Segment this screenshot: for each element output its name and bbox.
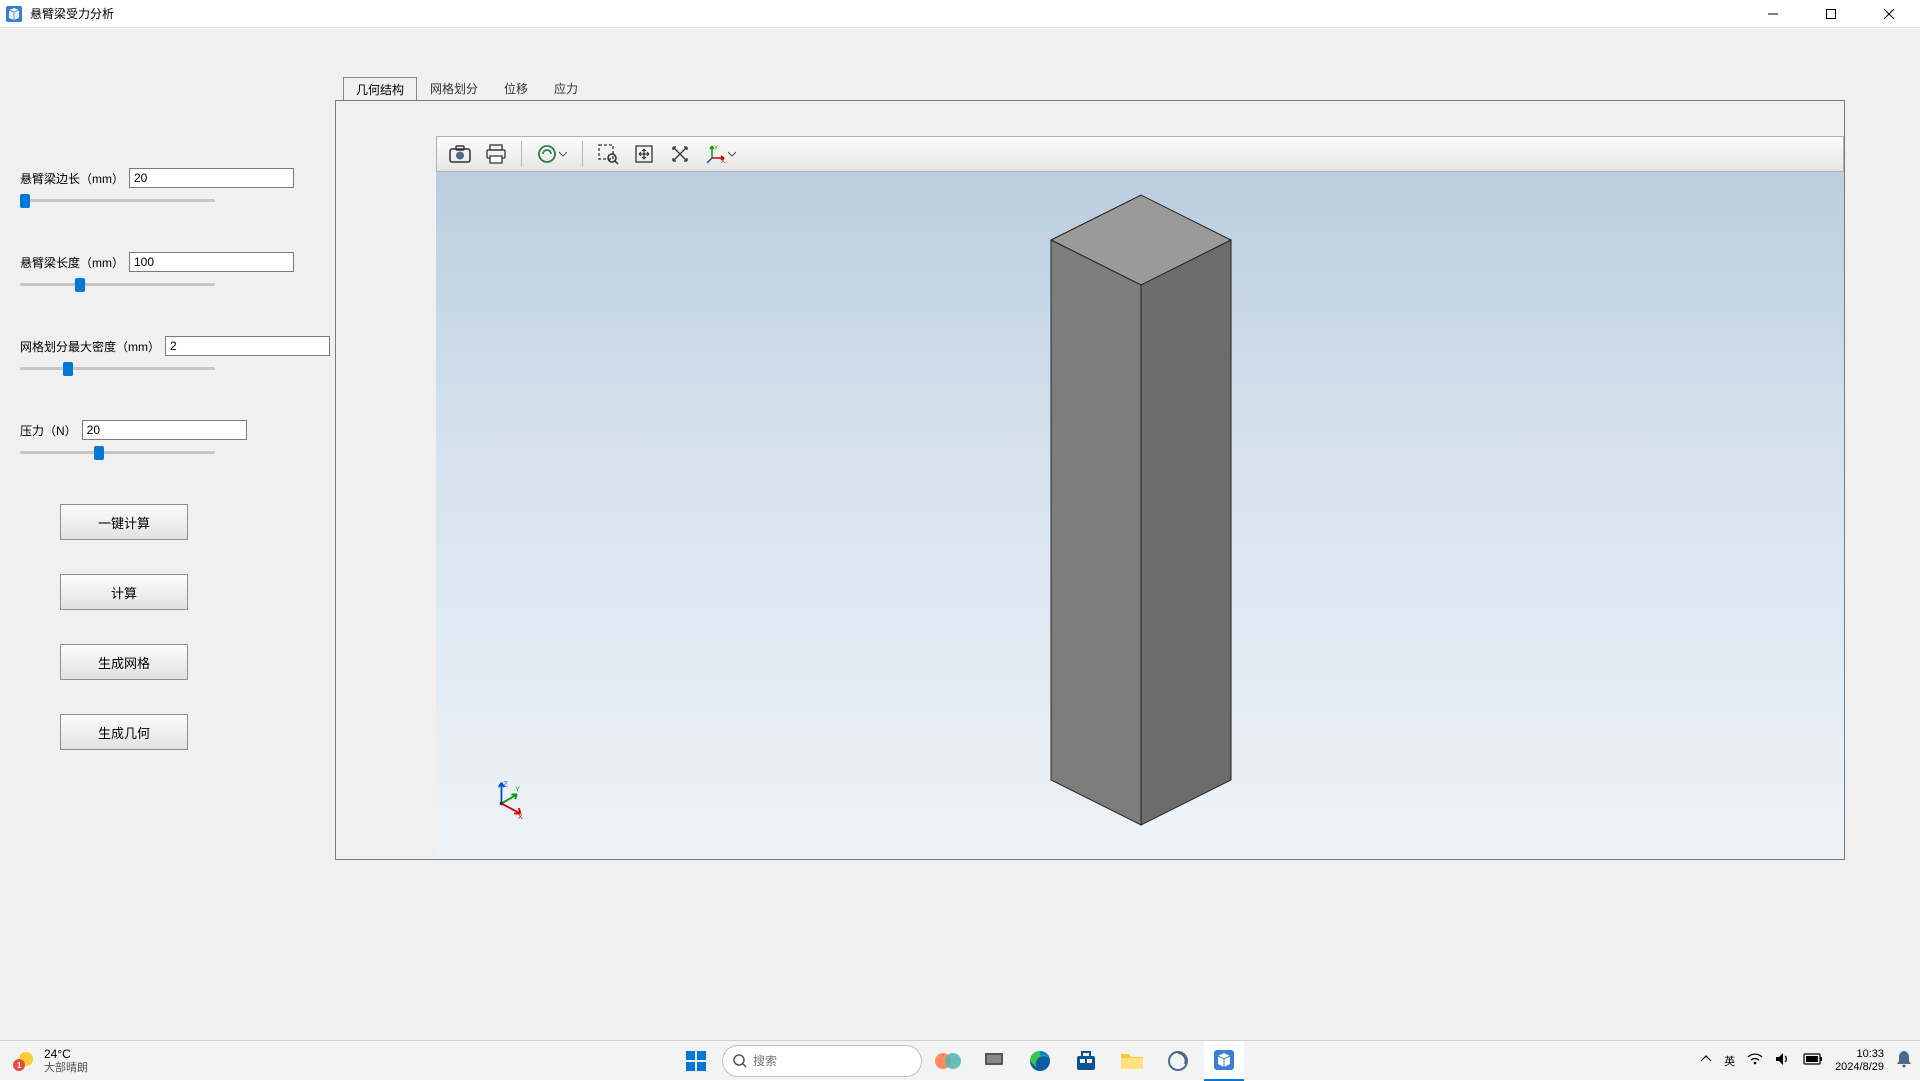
taskbar-clock[interactable]: 10:33 2024/8/29 (1835, 1048, 1884, 1074)
titlebar: 悬臂梁受力分析 (0, 0, 1920, 28)
start-button[interactable] (676, 1041, 716, 1081)
generate-mesh-button[interactable]: 生成网格 (60, 644, 188, 680)
coordinate-triad-icon: Z X Y (486, 779, 526, 819)
tab-geometry[interactable]: 几何结构 (343, 77, 417, 101)
svg-text:X: X (721, 159, 725, 164)
viewer-frame: Y X Z X (335, 100, 1845, 860)
svg-text:1: 1 (17, 1061, 22, 1070)
isometric-view-icon[interactable] (663, 139, 697, 169)
taskbar-search[interactable] (722, 1045, 922, 1077)
svg-text:Z: Z (503, 779, 508, 788)
svg-text:Y: Y (714, 146, 718, 152)
edge-length-label: 悬臂梁边长（mm） (20, 170, 124, 187)
taskbar: 1 24°C 大部晴朗 (0, 1040, 1920, 1080)
axis-view-dropdown-icon[interactable]: Y X (699, 139, 743, 169)
weather-temp: 24°C (44, 1047, 88, 1061)
viewer-toolbar: Y X (436, 136, 1844, 172)
viewer-tabstrip: 几何结构 网格划分 位移 应力 (335, 78, 1845, 100)
beam-length-slider[interactable] (20, 274, 215, 296)
taskbar-edge-icon[interactable] (1020, 1041, 1060, 1081)
edge-length-slider[interactable] (20, 190, 215, 212)
beam-geometry (1046, 190, 1236, 830)
maximize-button[interactable] (1802, 0, 1860, 28)
screenshot-icon[interactable] (443, 139, 477, 169)
compute-button[interactable]: 计算 (60, 574, 188, 610)
legend-dropdown-icon[interactable] (530, 139, 574, 169)
one-click-compute-button[interactable]: 一键计算 (60, 504, 188, 540)
clock-date: 2024/8/29 (1835, 1061, 1884, 1074)
taskbar-app-icon[interactable] (1158, 1041, 1198, 1081)
beam-length-input[interactable] (129, 252, 294, 272)
force-input[interactable] (82, 420, 247, 440)
svg-text:Y: Y (515, 785, 520, 794)
mesh-density-slider[interactable] (20, 358, 215, 380)
notifications-icon[interactable] (1896, 1050, 1912, 1071)
svg-text:X: X (518, 812, 523, 819)
edge-length-input[interactable] (129, 168, 294, 188)
taskbar-search-input[interactable] (753, 1054, 911, 1068)
mesh-density-label: 网格划分最大密度（mm） (20, 338, 160, 355)
mesh-density-input[interactable] (165, 336, 330, 356)
taskbar-store-icon[interactable] (1066, 1041, 1106, 1081)
minimize-button[interactable] (1744, 0, 1802, 28)
taskbar-current-app-icon[interactable] (1204, 1041, 1244, 1081)
taskbar-copilot-icon[interactable] (928, 1041, 968, 1081)
tab-displacement[interactable]: 位移 (491, 76, 541, 100)
tab-stress[interactable]: 应力 (541, 76, 591, 100)
weather-icon: 1 (10, 1047, 38, 1075)
force-slider[interactable] (20, 442, 215, 464)
beam-length-label: 悬臂梁长度（mm） (20, 254, 124, 271)
print-icon[interactable] (479, 139, 513, 169)
clock-time: 10:33 (1856, 1048, 1884, 1061)
zoom-area-icon[interactable] (591, 139, 625, 169)
generate-geometry-button[interactable]: 生成几何 (60, 714, 188, 750)
tab-mesh[interactable]: 网格划分 (417, 76, 491, 100)
wifi-icon[interactable] (1747, 1052, 1763, 1069)
taskbar-taskview-icon[interactable] (974, 1041, 1014, 1081)
battery-icon[interactable] (1803, 1053, 1823, 1068)
control-panel: 悬臂梁边长（mm） 悬臂梁长度（mm） 网格划分最大密度（mm） 压力（N） 一… (20, 168, 230, 784)
ime-indicator[interactable]: 英 (1724, 1053, 1735, 1069)
taskbar-explorer-icon[interactable] (1112, 1041, 1152, 1081)
fit-view-icon[interactable] (627, 139, 661, 169)
close-button[interactable] (1860, 0, 1918, 28)
systray-chevron-icon[interactable] (1700, 1053, 1712, 1068)
app-icon (4, 4, 24, 24)
taskbar-weather[interactable]: 1 24°C 大部晴朗 (0, 1047, 300, 1075)
volume-icon[interactable] (1775, 1052, 1791, 1069)
viewer-panel: 几何结构 网格划分 位移 应力 (335, 78, 1845, 868)
search-icon (733, 1054, 747, 1068)
force-label: 压力（N） (20, 422, 77, 439)
viewport-3d[interactable]: Z X Y (436, 172, 1844, 859)
weather-desc: 大部晴朗 (44, 1061, 88, 1075)
window-title: 悬臂梁受力分析 (30, 5, 114, 22)
